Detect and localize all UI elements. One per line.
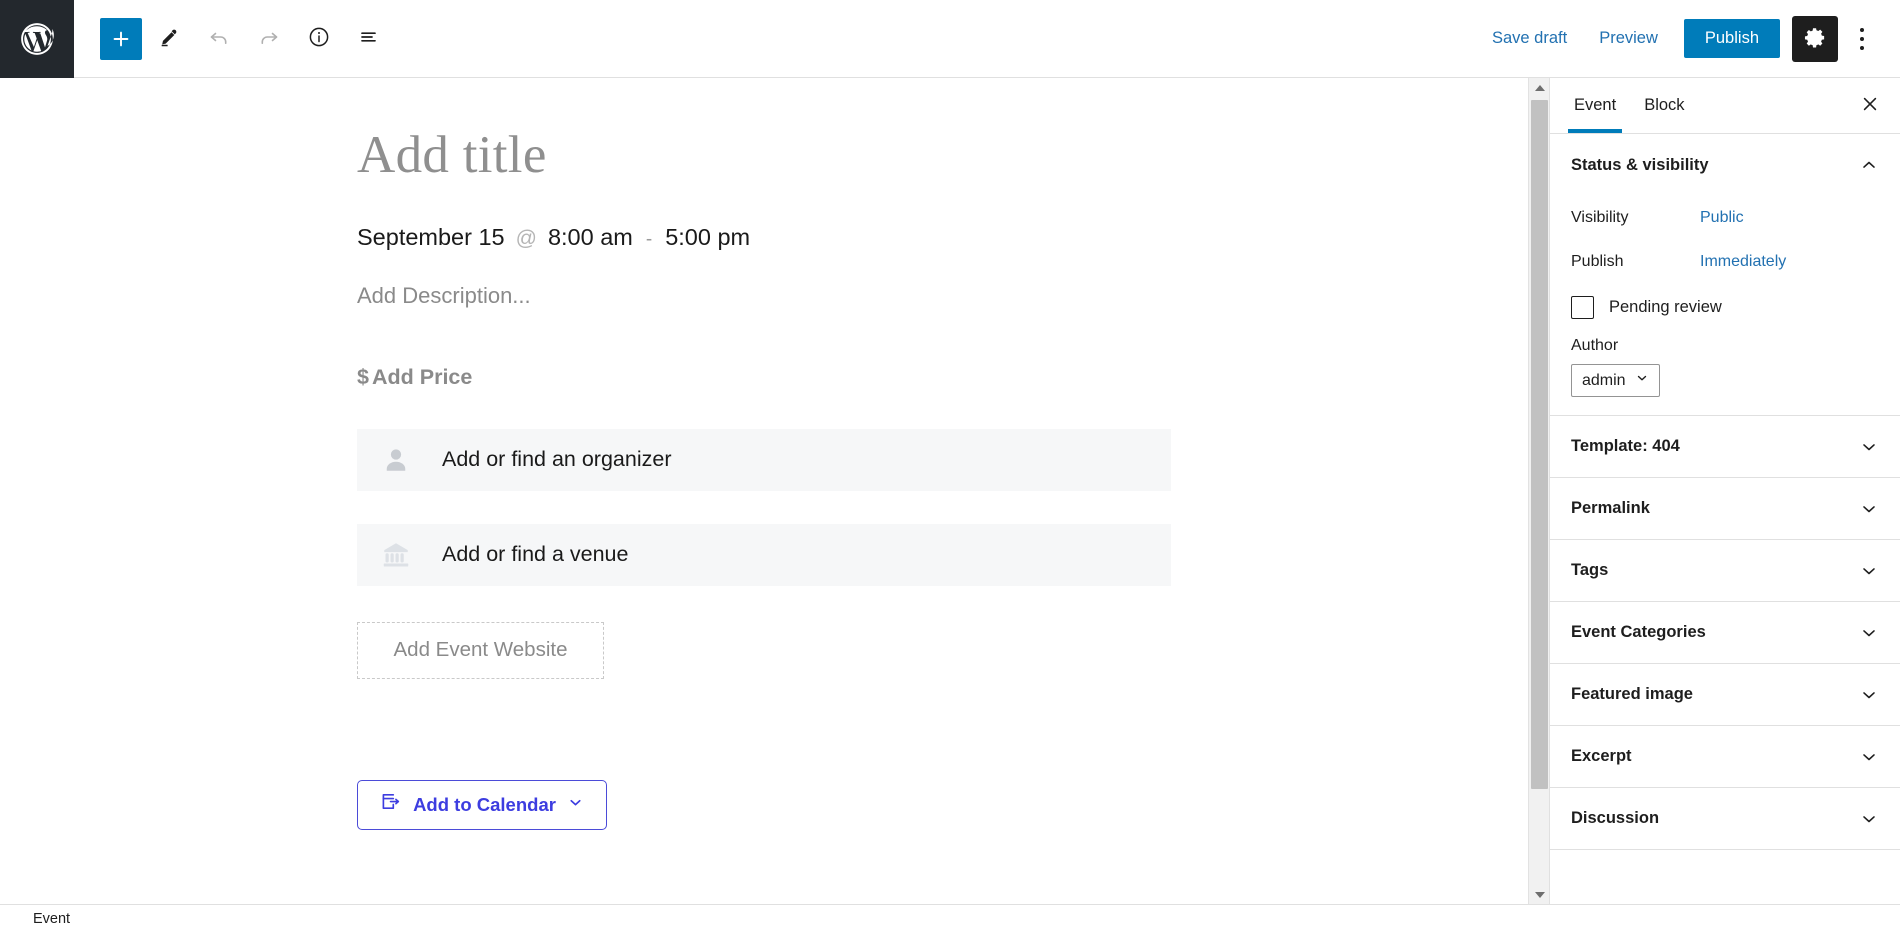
panel-status-visibility-title: Status & visibility: [1571, 155, 1709, 174]
wordpress-logo-icon: [18, 20, 56, 58]
breadcrumb[interactable]: Event: [33, 911, 70, 927]
panel-discussion-header[interactable]: Discussion: [1550, 788, 1900, 850]
more-options-button[interactable]: [1842, 16, 1882, 62]
add-block-button[interactable]: [100, 17, 142, 60]
publish-button[interactable]: Publish: [1683, 19, 1780, 58]
chevron-up-icon: [1859, 155, 1879, 175]
panel-excerpt-header[interactable]: Excerpt: [1550, 726, 1900, 788]
event-date-field[interactable]: September 15: [357, 224, 505, 251]
event-start-time-field[interactable]: 8:00 am: [548, 224, 633, 251]
author-label: Author: [1571, 337, 1619, 354]
details-button[interactable]: [296, 16, 342, 62]
panel-permalink-title: Permalink: [1571, 499, 1650, 517]
list-view-icon: [357, 25, 381, 52]
close-icon: [1860, 94, 1880, 117]
chevron-down-icon: [1635, 371, 1649, 390]
close-sidebar-button[interactable]: [1852, 88, 1888, 124]
canvas-scrollbar[interactable]: [1528, 78, 1549, 904]
save-draft-button[interactable]: Save draft: [1476, 21, 1583, 56]
panel-tags-title: Tags: [1571, 561, 1609, 579]
publish-date-row: Publish Immediately: [1571, 240, 1879, 284]
panel-status-visibility-header[interactable]: Status & visibility: [1550, 134, 1900, 196]
editor-canvas: Add title September 15 @ 8:00 am - 5:00 …: [0, 78, 1528, 904]
panel-featured-image-header[interactable]: Featured image: [1550, 664, 1900, 726]
add-to-calendar-button[interactable]: Add to Calendar: [357, 779, 607, 830]
currency-symbol: $: [357, 364, 369, 389]
panel-event-categories-header[interactable]: Event Categories: [1550, 602, 1900, 664]
time-range-separator: -: [645, 228, 653, 250]
person-icon: [379, 443, 413, 477]
sidebar-tablist: Event Block: [1550, 78, 1900, 134]
panel-permalink-header[interactable]: Permalink: [1550, 478, 1900, 540]
author-select[interactable]: admin: [1571, 364, 1660, 397]
wordpress-block-editor: Save draft Preview Publish Add title Sep…: [0, 0, 1900, 932]
publish-date-button[interactable]: Immediately: [1700, 253, 1786, 271]
website-placeholder-label: Add Event Website: [393, 638, 568, 662]
pending-review-row: Pending review: [1571, 286, 1879, 328]
pencil-icon: [158, 26, 180, 51]
organizer-picker[interactable]: Add or find an organizer: [357, 428, 1171, 491]
scroll-down-arrow-icon[interactable]: [1529, 885, 1550, 904]
kebab-menu-icon: [1860, 25, 1864, 52]
at-symbol: @: [515, 226, 537, 250]
scroll-up-arrow-icon[interactable]: [1529, 78, 1550, 97]
event-end-time-field[interactable]: 5:00 pm: [665, 224, 750, 251]
visibility-label: Visibility: [1571, 209, 1629, 226]
tab-event[interactable]: Event: [1560, 79, 1630, 133]
chevron-down-icon: [1859, 437, 1879, 457]
panel-template-header[interactable]: Template: 404: [1550, 416, 1900, 478]
chevron-down-icon: [567, 794, 584, 816]
panel-template-title: Template: 404: [1571, 437, 1680, 455]
post-title-input[interactable]: Add title: [357, 124, 1528, 188]
venue-picker[interactable]: Add or find a venue: [357, 523, 1171, 586]
chevron-down-icon: [1859, 809, 1879, 829]
panel-discussion-title: Discussion: [1571, 809, 1660, 827]
pending-review-checkbox[interactable]: [1571, 295, 1594, 319]
publish-label: Publish: [1571, 253, 1624, 270]
gear-icon: [1804, 26, 1827, 52]
edit-tool-button[interactable]: [146, 16, 192, 62]
toolbar-left-group: [74, 16, 392, 62]
add-to-calendar-label: Add to Calendar: [413, 793, 556, 815]
panel-excerpt-title: Excerpt: [1571, 747, 1632, 765]
undo-arrow-icon: [207, 25, 231, 52]
toolbar-right-group: Save draft Preview Publish: [1476, 15, 1900, 62]
redo-button[interactable]: [246, 16, 292, 62]
pending-review-label: Pending review: [1609, 297, 1722, 316]
wordpress-logo-button[interactable]: [0, 0, 74, 78]
chevron-down-icon: [1859, 685, 1879, 705]
tab-block[interactable]: Block: [1630, 79, 1698, 132]
price-placeholder-text: Add Price: [371, 364, 473, 389]
building-icon: [379, 538, 413, 572]
settings-button[interactable]: [1792, 15, 1838, 62]
event-website-input[interactable]: Add Event Website: [357, 621, 604, 679]
status-visibility-body: Visibility Public Publish Immediately Pe…: [1550, 196, 1900, 416]
preview-button[interactable]: Preview: [1583, 21, 1674, 56]
visibility-row: Visibility Public: [1571, 196, 1879, 240]
calendar-export-icon: [380, 791, 402, 818]
organizer-placeholder-label: Add or find an organizer: [442, 447, 672, 472]
list-view-button[interactable]: [346, 16, 392, 62]
chevron-down-icon: [1859, 623, 1879, 643]
event-price-input[interactable]: $ Add Price: [357, 365, 1528, 390]
chevron-down-icon: [1859, 561, 1879, 581]
chevron-down-icon: [1859, 747, 1879, 767]
redo-arrow-icon: [257, 25, 281, 52]
event-datetime-row: September 15 @ 8:00 am - 5:00 pm: [357, 224, 1528, 251]
visibility-value-button[interactable]: Public: [1700, 209, 1744, 227]
editor-toolbar: Save draft Preview Publish: [0, 0, 1900, 78]
undo-button[interactable]: [196, 16, 242, 62]
editor-statusbar: Event: [0, 904, 1900, 932]
panel-event-categories-title: Event Categories: [1571, 623, 1706, 641]
info-circle-icon: [307, 25, 331, 52]
chevron-down-icon: [1859, 499, 1879, 519]
venue-placeholder-label: Add or find a venue: [442, 542, 629, 567]
settings-sidebar: Event Block Status & visibility Visibili…: [1549, 78, 1900, 904]
event-description-input[interactable]: Add Description...: [357, 283, 1528, 309]
scrollbar-thumb[interactable]: [1531, 100, 1548, 789]
author-value: admin: [1582, 371, 1626, 389]
panel-tags-header[interactable]: Tags: [1550, 540, 1900, 602]
panel-featured-image-title: Featured image: [1571, 685, 1693, 703]
